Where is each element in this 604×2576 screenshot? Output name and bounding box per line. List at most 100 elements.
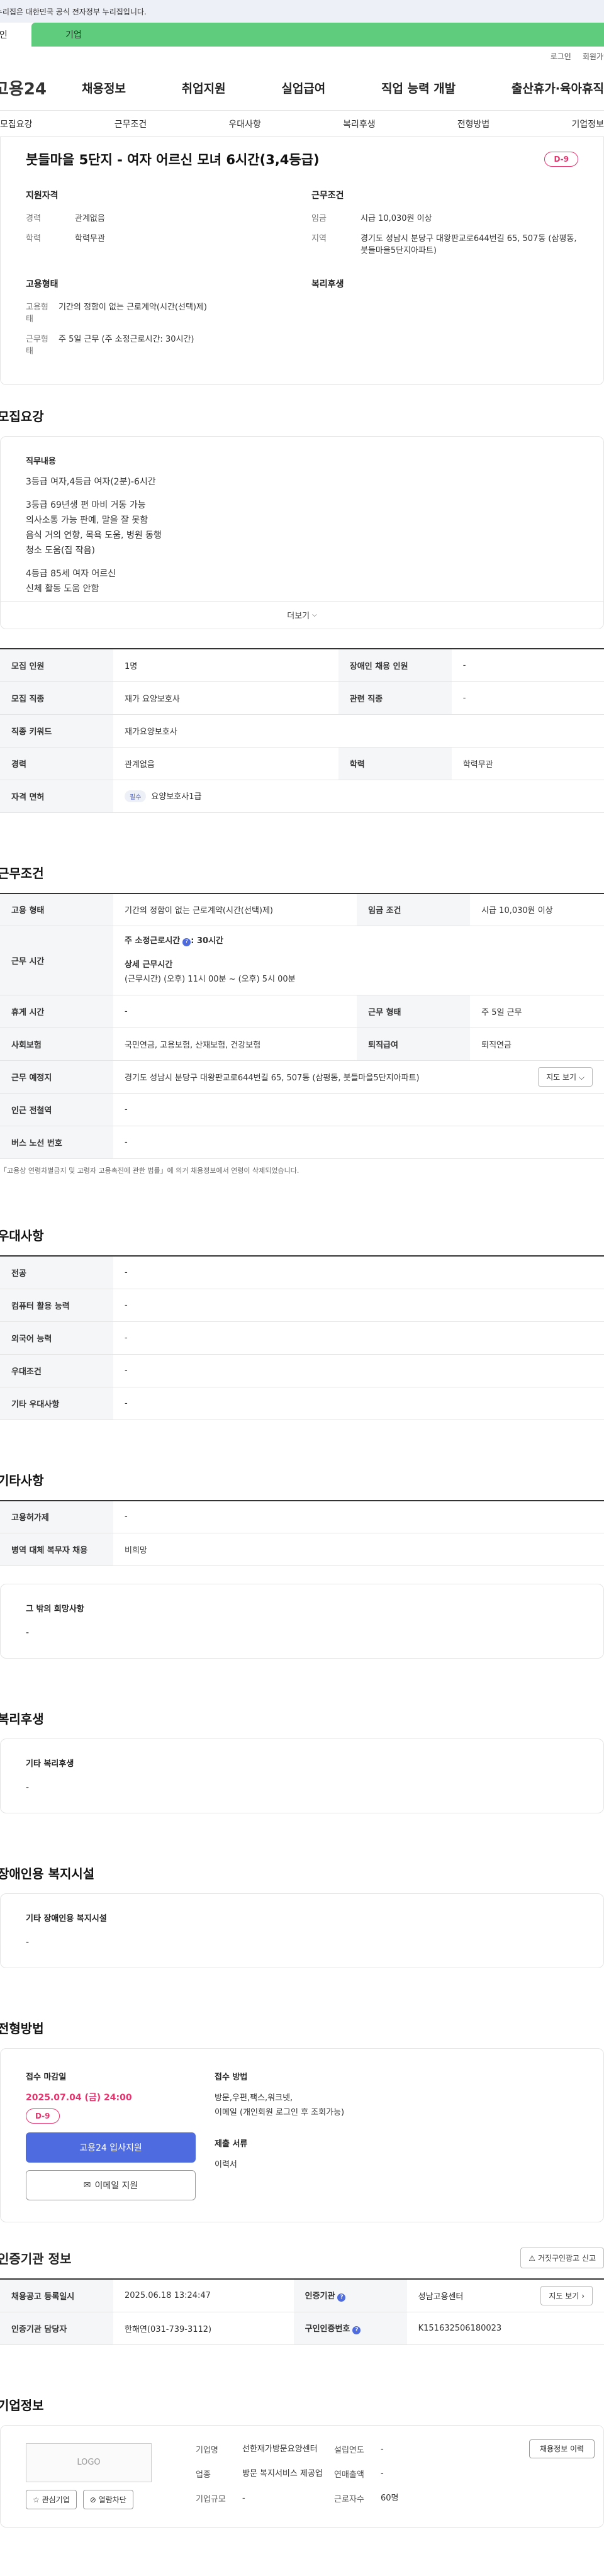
apply-button[interactable]: 고용24 입사지원 — [26, 2132, 196, 2163]
gnb-item-vocational-training[interactable]: 직업 능력 개발 — [381, 79, 456, 96]
tab-selection[interactable]: 전형방법 — [457, 118, 490, 130]
table-cell: 주 소정근로시간?: 30시간 상세 근무시간 (근무시간) (오후) 11시 … — [113, 926, 604, 996]
employees-label: 근로자수 — [334, 2494, 364, 2504]
revenue-label: 연매출액 — [334, 2470, 364, 2480]
required-tag: 필수 — [125, 790, 147, 803]
signup-link[interactable]: 회원가입 — [583, 51, 604, 62]
table-header: 인근 전철역 — [0, 1093, 113, 1127]
table-cell: - — [113, 1093, 604, 1127]
dday-badge: D-9 — [544, 152, 578, 167]
gnb-item-jobs[interactable]: 채용정보 — [82, 79, 126, 96]
info-icon[interactable]: ? — [352, 2326, 361, 2335]
table-row: 버스 노선 번호 - — [0, 1126, 604, 1160]
table-header: 자격 면허 — [0, 780, 113, 813]
table-cell: 기간의 정함이 없는 근로계약(시간(선택)제) — [113, 893, 357, 927]
size-label: 기업규모 — [196, 2494, 226, 2504]
career-label: 경력 — [26, 214, 41, 223]
map-button[interactable]: 지도 보기 ⌵ — [538, 1067, 593, 1087]
tab-company[interactable]: 기업정보 — [571, 118, 604, 130]
table-row: 인증기관 담당자 한해연(031-739-3112) 구인인증번호? K1516… — [0, 2312, 604, 2345]
disability-label: 기타 장애인용 복지시설 — [26, 1914, 107, 1924]
tab-work-conditions[interactable]: 근무조건 — [115, 118, 147, 130]
table-header: 외국어 능력 — [0, 1321, 113, 1355]
table-row: 컴퓨터 활용 능력 - — [0, 1289, 604, 1322]
summary-qualification-heading: 지원자격 — [26, 191, 59, 201]
table-cell: 주 5일 근무 — [470, 995, 604, 1029]
table-header: 근무 형태 — [357, 995, 471, 1029]
etc-other-value: - — [26, 1628, 30, 1638]
cert-table: 채용공고 등록일시 2025.06.18 13:24:47 인증기관? 성남고용… — [0, 2278, 604, 2345]
table-row: 근무 시간 주 소정근로시간?: 30시간 상세 근무시간 (근무시간) (오후… — [0, 926, 604, 996]
table-cell: 2025.06.18 13:24:47 — [113, 2279, 294, 2312]
welfare-heading: 복리후생 — [0, 1711, 44, 1727]
usertype-tabs: 개인 기업 — [0, 23, 604, 47]
usertype-business-tab[interactable]: 기업 — [31, 23, 604, 47]
summary-employment-heading: 고용형태 — [26, 279, 59, 289]
etc-table: 고용허가제 - 병역 대체 복무자 채용 비희망 — [0, 1499, 604, 1567]
block-view-button[interactable]: ⊘ 열람차단 — [82, 2489, 133, 2509]
preferences-heading: 우대사항 — [0, 1228, 44, 1244]
table-cell: 시급 10,030원 이상 — [470, 893, 604, 927]
gnb-item-employment-support[interactable]: 취업지원 — [182, 79, 226, 96]
table-cell: - — [113, 1321, 604, 1355]
table-header: 채용공고 등록일시 — [0, 2279, 113, 2312]
usertype-personal-tab[interactable]: 개인 — [0, 23, 31, 47]
info-icon[interactable]: ? — [182, 938, 191, 947]
summary-conditions-heading: 근무조건 — [311, 191, 344, 201]
table-header: 컴퓨터 활용 능력 — [0, 1289, 113, 1322]
table-header: 버스 노선 번호 — [0, 1126, 113, 1160]
gnb-item-parental-leave[interactable]: 출산휴가·육아휴직 — [512, 79, 604, 96]
method-value: 방문,우편,팩스,워크넷, 이메일 (개인회원 로그인 후 조회가능) — [215, 2093, 345, 2118]
favorite-company-button[interactable]: ☆ 관심기업 — [26, 2489, 77, 2509]
region-value: 경기도 성남시 분당구 대왕판교로644번길 65, 507동 (삼평동, 붓들… — [361, 233, 577, 256]
table-row: 모집 인원 1명 장애인 채용 인원 - — [0, 649, 604, 682]
chevron-right-icon: › — [581, 2291, 584, 2300]
apply-heading: 전형방법 — [0, 2021, 44, 2037]
job-description-card: 직무내용 3등급 여자,4등급 여자(2분)-6시간 3등급 69년생 편 마비… — [0, 435, 604, 630]
work-table: 고용 형태 기간의 정함이 없는 근로계약(시간(선택)제) 임금 조건 시급 … — [0, 892, 604, 1160]
table-header: 병역 대체 복무자 채용 — [0, 1533, 113, 1567]
table-cell: 1명 — [113, 649, 338, 682]
email-apply-button[interactable]: ✉ 이메일 지원 — [26, 2170, 196, 2201]
tab-recruit[interactable]: 모집요강 — [0, 118, 33, 130]
history-button[interactable]: 채용정보 이력 — [529, 2439, 595, 2458]
report-button[interactable]: ⚠ 거짓구인광고 신고 — [520, 2248, 604, 2269]
table-row: 병역 대체 복무자 채용 비희망 — [0, 1533, 604, 1567]
login-link[interactable]: 로그인 — [551, 51, 571, 62]
tab-welfare[interactable]: 복리후생 — [343, 118, 376, 130]
company-card: LOGO ☆ 관심기업 ⊘ 열람차단 기업명 선한재가방문요양센터 설립연도 - 업… — [0, 2424, 604, 2528]
tab-preferences[interactable]: 우대사항 — [228, 118, 261, 130]
chevron-down-icon: ⌵ — [578, 1073, 584, 1082]
company-name-label: 기업명 — [196, 2445, 218, 2455]
table-header: 휴게 시간 — [0, 995, 113, 1029]
table-cell: - — [113, 1289, 604, 1322]
founded-label: 설립연도 — [334, 2445, 364, 2455]
emp-type-value: 기간의 정함이 없는 근로계약(시간(선택)제) — [59, 302, 208, 312]
table-header: 고용허가제 — [0, 1500, 113, 1534]
deadline-label: 접수 마감일 — [26, 2073, 67, 2083]
duty-para-1: 3등급 여자,4등급 여자(2분)-6시간 — [26, 476, 156, 487]
gov-banner: 이 누리집은 대한민국 공식 전자정부 누리집입니다. — [0, 0, 604, 23]
table-cell: 국민연금, 고용보험, 산재보험, 건강보험 — [113, 1028, 357, 1061]
table-cell: 학력무관 — [451, 747, 604, 780]
gnb-menu: 채용정보 취업지원 실업급여 직업 능력 개발 출산휴가·육아휴직 — [76, 79, 604, 96]
table-cell: - — [113, 1387, 604, 1420]
gov-banner-text: 이 누리집은 대한민국 공식 전자정부 누리집입니다. — [0, 7, 147, 16]
preferences-table: 전공 - 컴퓨터 활용 능력 - 외국어 능력 - 우대조건 - 기타 우대사항 - — [0, 1255, 604, 1420]
recruit-heading: 모집요강 — [0, 408, 44, 424]
recruit-table: 모집 인원 1명 장애인 채용 인원 - 모집 직종 재가 요양보호사 관련 직… — [0, 648, 604, 813]
career-value: 관계없음 — [75, 214, 105, 223]
detail-hours-value: (근무시간) (오후) 11시 00분 ~ (오후) 5시 00분 — [125, 975, 296, 985]
table-cell: 성남고용센터 지도 보기 › — [406, 2279, 604, 2312]
gnb-item-unemployment-benefit[interactable]: 실업급여 — [281, 79, 325, 96]
map-button[interactable]: 지도 보기 › — [540, 2285, 593, 2305]
info-icon[interactable]: ? — [337, 2293, 346, 2302]
work-form-value: 주 5일 근무 (주 소정근로시간: 30시간) — [59, 334, 194, 344]
welfare-label: 기타 복리후생 — [26, 1759, 74, 1769]
table-header: 관련 직종 — [338, 681, 452, 715]
employees-value: 60명 — [381, 2493, 399, 2503]
more-button[interactable]: 더보기 ⌵ — [1, 601, 603, 629]
detail-hours-label: 상세 근무시간 — [125, 960, 173, 970]
weekly-hours-label: 주 소정근로시간 — [125, 936, 181, 946]
site-logo[interactable]: 고용24 — [0, 76, 76, 99]
